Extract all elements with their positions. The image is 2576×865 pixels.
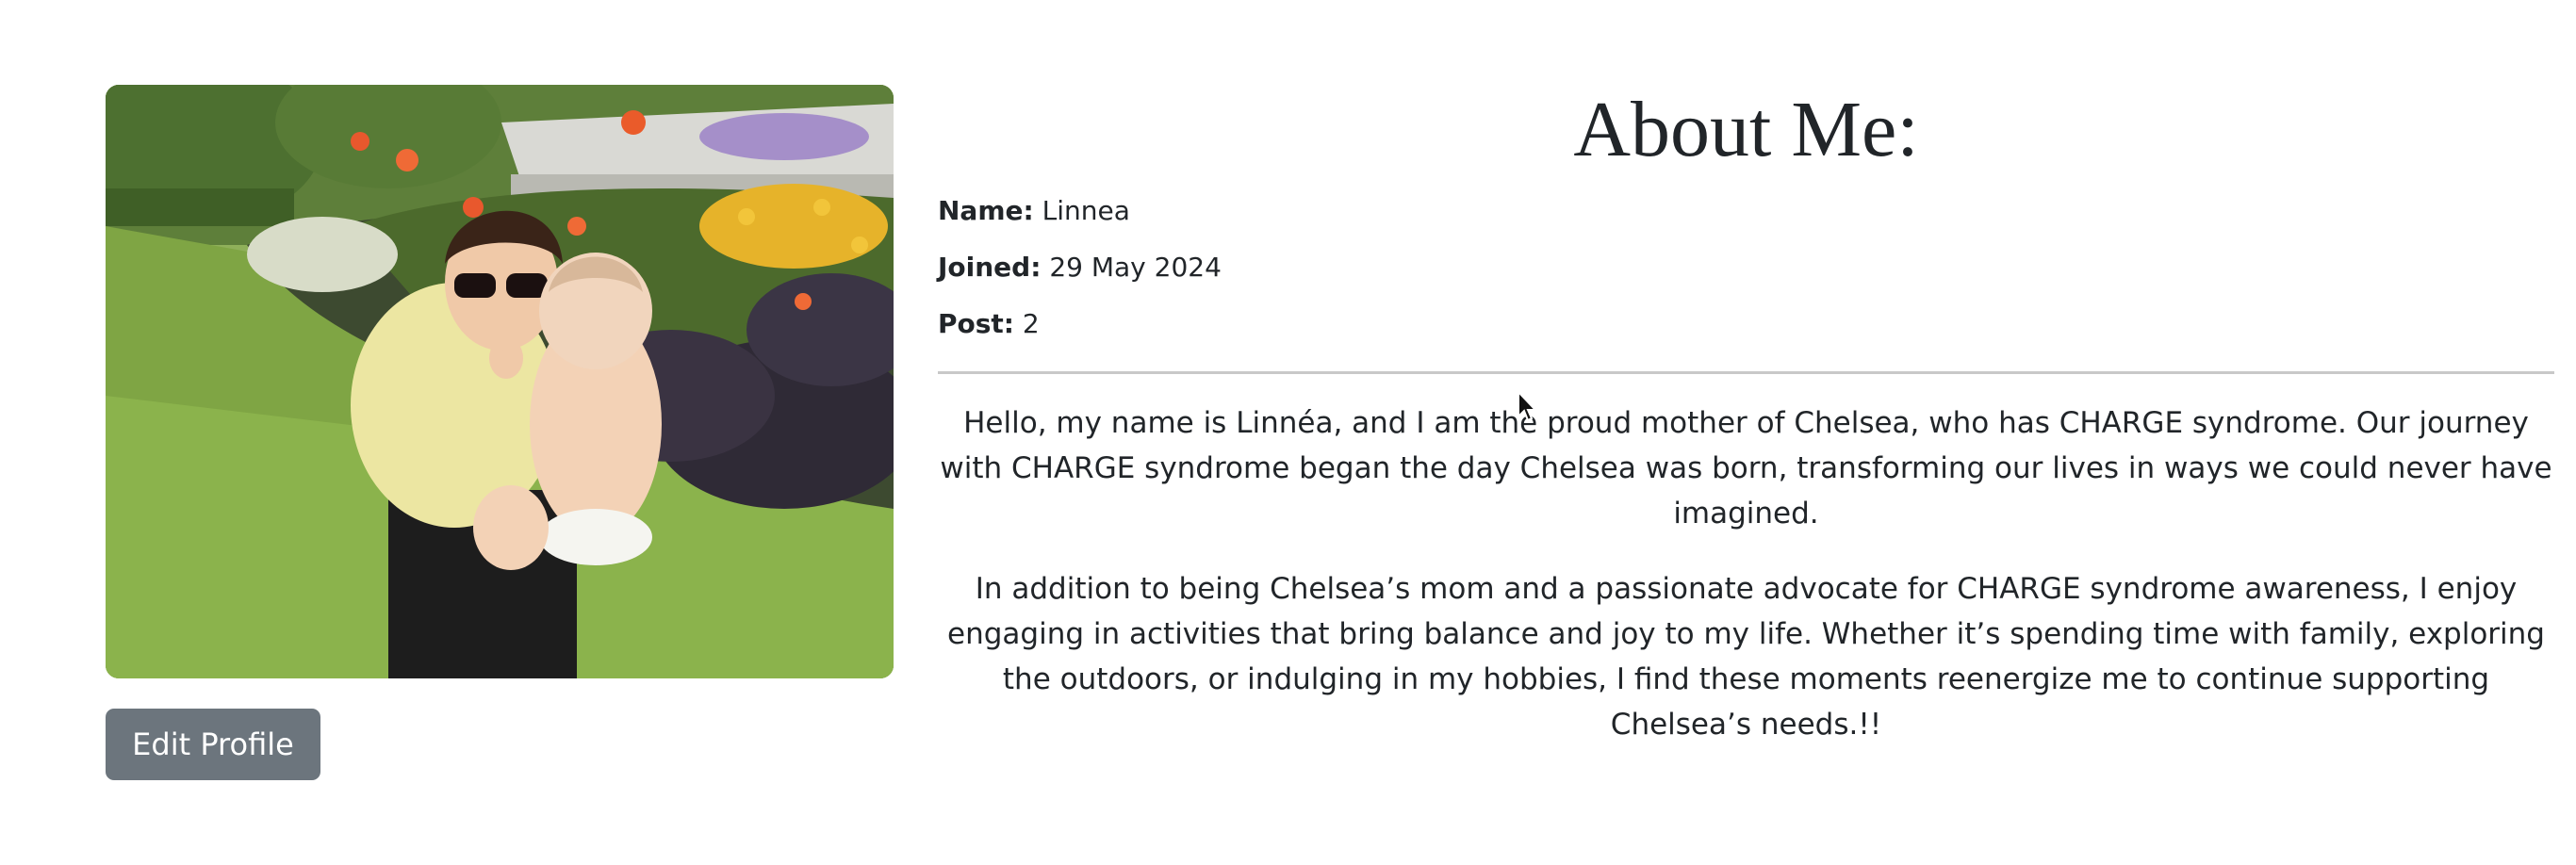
bio-paragraph: In addition to being Chelsea’s mom and a… <box>947 572 2545 742</box>
joined-value: 29 May 2024 <box>1049 252 1222 283</box>
profile-photo <box>106 85 894 678</box>
about-section: About Me: Name: Linnea Joined: 29 May 20… <box>938 75 2554 747</box>
bio-paragraph: Hello, my name is Linnéa, and I am the p… <box>940 406 2552 530</box>
post-label: Post: <box>938 308 1015 339</box>
joined-row: Joined: 29 May 2024 <box>938 249 2554 286</box>
edit-profile-button[interactable]: Edit Profile <box>106 709 320 780</box>
divider <box>938 371 2554 374</box>
profile-photo-image <box>106 85 894 678</box>
name-row: Name: Linnea <box>938 192 2554 230</box>
about-title: About Me: <box>1573 86 1919 173</box>
mouse-cursor-icon <box>1518 390 1538 422</box>
bio: Hello, my name is Linnéa, and I am the p… <box>938 400 2554 747</box>
name-label: Name: <box>938 195 1034 226</box>
name-value: Linnea <box>1042 195 1130 226</box>
post-row: Post: 2 <box>938 305 2554 343</box>
joined-label: Joined: <box>938 252 1042 283</box>
post-value: 2 <box>1022 308 1040 339</box>
